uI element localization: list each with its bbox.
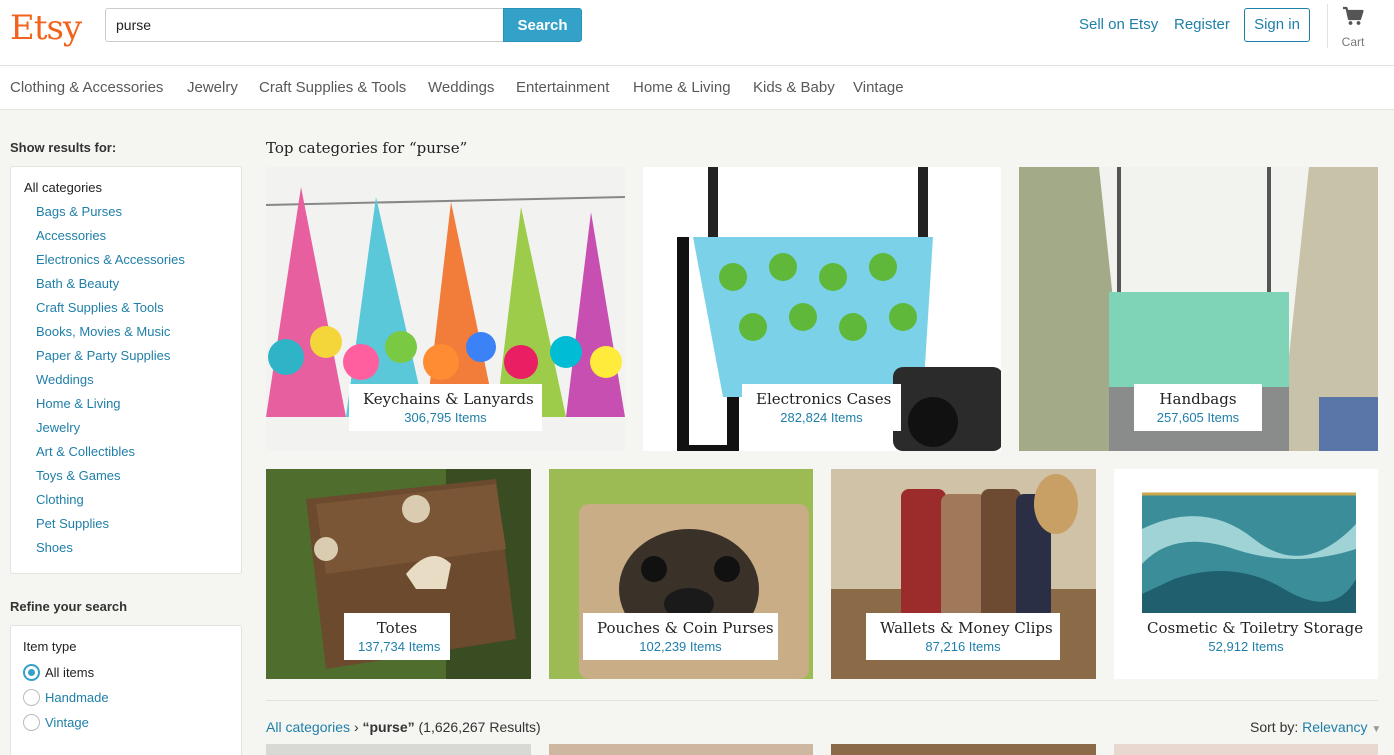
tile-name: Keychains & Lanyards xyxy=(363,390,534,408)
category-link[interactable]: Bags & Purses xyxy=(36,204,122,219)
shopping-cart-icon xyxy=(1343,6,1364,25)
search-button[interactable]: Search xyxy=(503,8,582,42)
tile-name: Totes xyxy=(376,619,418,637)
tile-count: 52,912 Items xyxy=(1208,639,1284,654)
item-type-all-radio[interactable]: All items xyxy=(23,663,94,681)
radio-label: Handmade xyxy=(45,689,109,705)
nav-craft-supplies[interactable]: Craft Supplies & Tools xyxy=(259,79,406,96)
category-link[interactable]: Weddings xyxy=(36,372,94,387)
category-link[interactable]: Art & Collectibles xyxy=(36,444,135,459)
sort-control[interactable]: Sort by: Relevancy ▼ xyxy=(1250,719,1381,735)
tile-label: Electronics Cases 282,824 Items xyxy=(742,384,901,431)
listing-thumbnail[interactable] xyxy=(266,744,531,755)
tile-label: Wallets & Money Clips 87,216 Items xyxy=(866,613,1060,660)
results-breadcrumb: All categories › “purse” (1,626,267 Resu… xyxy=(266,719,541,735)
site-header: Etsy Search Sell on Etsy Register Sign i… xyxy=(0,0,1394,66)
category-link[interactable]: Shoes xyxy=(36,540,73,555)
category-tile-electronics-cases[interactable]: Electronics Cases 282,824 Items xyxy=(643,167,1001,451)
category-tile-wallets[interactable]: Wallets & Money Clips 87,216 Items xyxy=(831,469,1096,679)
item-type-label: Item type xyxy=(23,639,77,654)
listing-thumbnail[interactable] xyxy=(831,744,1096,755)
item-type-vintage-radio[interactable]: Vintage xyxy=(23,713,89,731)
tile-name: Wallets & Money Clips xyxy=(880,619,1053,637)
nav-kids-baby[interactable]: Kids & Baby xyxy=(753,79,835,96)
category-tile-cosmetic[interactable]: Cosmetic & Toiletry Storage 52,912 Items xyxy=(1114,469,1378,679)
tile-count: 87,216 Items xyxy=(925,639,1001,654)
radio-label: All items xyxy=(45,664,95,680)
listing-thumbnail[interactable] xyxy=(549,744,813,755)
category-link[interactable]: Bath & Beauty xyxy=(36,276,119,291)
etsy-logo[interactable]: Etsy xyxy=(10,8,82,48)
tile-label: Handbags 257,605 Items xyxy=(1134,384,1262,431)
category-link[interactable]: Paper & Party Supplies xyxy=(36,348,170,363)
breadcrumb-chevron-icon: › xyxy=(353,719,363,735)
nav-clothing-accessories[interactable]: Clothing & Accessories xyxy=(10,79,163,96)
listing-thumbnail[interactable] xyxy=(1114,744,1378,755)
sell-on-etsy-link[interactable]: Sell on Etsy xyxy=(1079,16,1158,33)
nav-home-living[interactable]: Home & Living xyxy=(633,79,731,96)
tile-count: 306,795 Items xyxy=(404,410,487,425)
category-link[interactable]: Accessories xyxy=(36,228,106,243)
register-link[interactable]: Register xyxy=(1174,16,1230,33)
category-filter-box: All categories Bags & Purses Accessories… xyxy=(10,166,242,574)
item-type-handmade-radio[interactable]: Handmade xyxy=(23,688,109,706)
radio-unselected[interactable] xyxy=(23,688,40,706)
category-tile-keychains[interactable]: Keychains & Lanyards 306,795 Items xyxy=(266,167,625,451)
category-link[interactable]: Home & Living xyxy=(36,396,121,411)
category-link[interactable]: Clothing xyxy=(36,492,84,507)
category-tile-totes[interactable]: Totes 137,734 Items xyxy=(266,469,531,679)
category-link[interactable]: Electronics & Accessories xyxy=(36,252,185,267)
category-tile-handbags[interactable]: Handbags 257,605 Items xyxy=(1019,167,1378,451)
item-type-filter-box: Item type All items Handmade Vintage xyxy=(10,625,242,755)
nav-vintage[interactable]: Vintage xyxy=(853,79,904,96)
category-tile-pouches[interactable]: Pouches & Coin Purses 102,239 Items xyxy=(549,469,813,679)
results-count: (1,626,267 Results) xyxy=(418,719,541,735)
nav-jewelry[interactable]: Jewelry xyxy=(187,79,238,96)
refine-search-title: Refine your search xyxy=(10,599,128,614)
nav-weddings[interactable]: Weddings xyxy=(428,79,494,96)
radio-unselected[interactable] xyxy=(23,713,40,731)
sort-value[interactable]: Relevancy xyxy=(1302,719,1367,735)
tile-label: Keychains & Lanyards 306,795 Items xyxy=(349,384,542,431)
category-nav: Clothing & Accessories Jewelry Craft Sup… xyxy=(0,66,1394,110)
tile-label: Totes 137,734 Items xyxy=(344,613,450,660)
category-link[interactable]: Craft Supplies & Tools xyxy=(36,300,164,315)
tile-name: Pouches & Coin Purses xyxy=(597,619,774,637)
cart-label: Cart xyxy=(1341,35,1365,49)
header-divider xyxy=(1327,4,1328,48)
tile-name: Electronics Cases xyxy=(756,390,892,408)
category-link[interactable]: Toys & Games xyxy=(36,468,121,483)
radio-selected[interactable] xyxy=(23,663,40,681)
section-divider xyxy=(266,700,1378,701)
nav-entertainment[interactable]: Entertainment xyxy=(516,79,609,96)
all-categories-filter[interactable]: All categories xyxy=(24,180,102,195)
tile-label: Cosmetic & Toiletry Storage 52,912 Items xyxy=(1133,613,1364,660)
search-input[interactable] xyxy=(105,8,504,42)
tile-name: Cosmetic & Toiletry Storage xyxy=(1147,619,1364,637)
top-categories-title: Top categories for “purse” xyxy=(266,139,468,157)
category-link[interactable]: Jewelry xyxy=(36,420,80,435)
chevron-down-icon: ▼ xyxy=(1371,724,1382,735)
radio-label: Vintage xyxy=(45,714,89,730)
tile-count: 102,239 Items xyxy=(639,639,722,654)
tile-count: 282,824 Items xyxy=(780,410,863,425)
category-link[interactable]: Pet Supplies xyxy=(36,516,109,531)
tile-name: Handbags xyxy=(1159,390,1237,408)
category-link[interactable]: Books, Movies & Music xyxy=(36,324,170,339)
cart-button[interactable]: Cart xyxy=(1336,6,1370,49)
show-results-title: Show results for: xyxy=(10,140,117,155)
breadcrumb-all-categories[interactable]: All categories xyxy=(266,719,350,735)
sign-in-button[interactable]: Sign in xyxy=(1244,8,1310,42)
tile-label: Pouches & Coin Purses 102,239 Items xyxy=(583,613,778,660)
breadcrumb-query: “purse” xyxy=(362,719,415,735)
tile-count: 137,734 Items xyxy=(358,639,441,654)
sort-label: Sort by: xyxy=(1250,719,1299,735)
tile-count: 257,605 Items xyxy=(1156,410,1240,425)
